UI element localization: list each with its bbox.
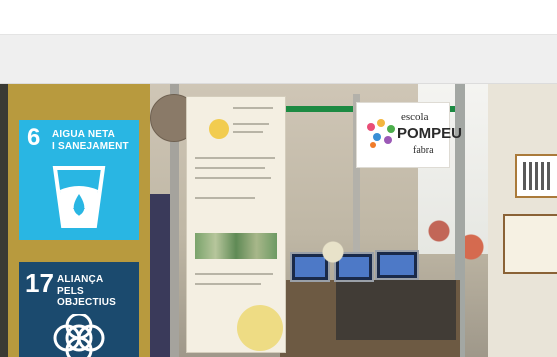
sdg-tile-17: 17 ALIANÇA PELS OBJECTIUS bbox=[19, 262, 139, 357]
sdg-tile-6-title-1: AIGUA NETA bbox=[52, 129, 116, 140]
handwritten-sign bbox=[503, 214, 557, 274]
table-cloth bbox=[336, 280, 456, 340]
plant bbox=[318, 234, 348, 324]
sdg-tile-17-number: 17 bbox=[25, 268, 54, 298]
toolbar-strip bbox=[0, 34, 557, 84]
school-poster bbox=[186, 96, 286, 353]
exhibition-photo: escola POMPEU fabra 6 AIGUA NETA I SANEJ… bbox=[0, 84, 557, 357]
logo-text-main: POMPEU bbox=[397, 125, 463, 142]
sdg-tile-6: 6 AIGUA NETA I SANEJAMENT bbox=[19, 120, 139, 240]
logo-text-top: escola bbox=[401, 111, 429, 123]
sdg-tile-17-title-1: ALIANÇA bbox=[57, 274, 104, 285]
sdg-tile-6-title-2: I SANEJAMENT bbox=[52, 141, 129, 152]
laptop-3 bbox=[375, 250, 419, 280]
person-figure bbox=[150, 194, 172, 357]
logo-text-bottom: fabra bbox=[413, 145, 434, 156]
water-glass-icon bbox=[52, 166, 106, 228]
photo-left-edge bbox=[0, 84, 8, 357]
top-blank-band bbox=[0, 0, 557, 34]
sdg-tile-17-title-2: PELS OBJECTIUS bbox=[57, 286, 117, 308]
sdg-tile-6-number: 6 bbox=[27, 124, 41, 151]
school-logo-sign: escola POMPEU fabra bbox=[356, 102, 462, 168]
sdg-panel: 6 AIGUA NETA I SANEJAMENT 17 ALIANÇA PEL… bbox=[8, 84, 150, 357]
partnership-flower-icon bbox=[53, 314, 105, 357]
qr-code-sign bbox=[515, 154, 557, 198]
